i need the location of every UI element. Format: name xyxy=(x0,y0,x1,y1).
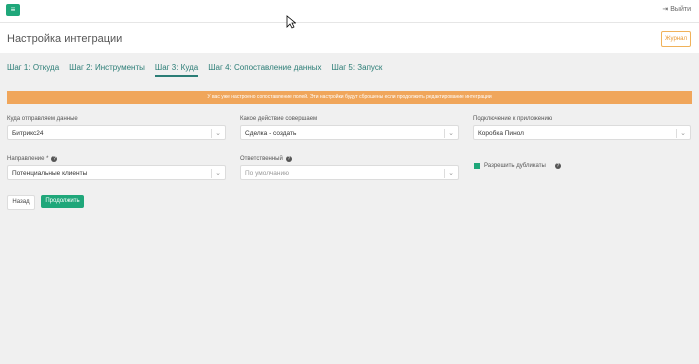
journal-button[interactable]: Журнал xyxy=(661,31,691,47)
destination-select[interactable]: Битрикс24 ⌄ xyxy=(7,125,226,140)
allow-duplicates-option[interactable]: Разрешить дубликаты ? xyxy=(474,163,561,169)
tab-step-5[interactable]: Шаг 5: Запуск xyxy=(331,63,382,77)
select-separator xyxy=(211,169,212,178)
connection-field: Подключение к приложению Коробка Пинол ⌄ xyxy=(473,114,691,140)
tab-step-2[interactable]: Шаг 2: Инструменты xyxy=(69,63,145,77)
direction-label: Направление * xyxy=(7,155,49,162)
tab-step-4[interactable]: Шаг 4: Сопоставление данных xyxy=(208,63,321,77)
tab-step-3[interactable]: Шаг 3: Куда xyxy=(154,63,199,77)
direction-field: Направление * ? Потенциальные клиенты ⌄ xyxy=(7,154,226,180)
action-select[interactable]: Сделка - создать ⌄ xyxy=(240,125,459,140)
direction-select[interactable]: Потенциальные клиенты ⌄ xyxy=(7,165,226,180)
chevron-down-icon: ⌄ xyxy=(448,170,454,177)
logout-icon: ⇥ xyxy=(662,6,669,13)
action-value: Сделка - создать xyxy=(245,130,297,137)
direction-label-row: Направление * ? xyxy=(7,154,226,163)
destination-field: Куда отправляем данные Битрикс24 ⌄ xyxy=(7,114,226,140)
page-header: Настройка интеграции Журнал xyxy=(0,23,699,53)
destination-value: Битрикс24 xyxy=(12,130,44,137)
back-button[interactable]: Назад xyxy=(7,195,35,210)
chevron-down-icon: ⌄ xyxy=(448,130,454,137)
warning-banner: У вас уже настроено сопоставление полей.… xyxy=(7,91,692,104)
tab-step-1[interactable]: Шаг 1: Откуда xyxy=(7,63,59,77)
responsible-field: Ответственный ? По умолчанию ⌄ xyxy=(240,154,459,180)
connection-select[interactable]: Коробка Пинол ⌄ xyxy=(473,125,691,140)
responsible-placeholder: По умолчанию xyxy=(245,170,289,177)
logout-button[interactable]: ⇥ Выйти xyxy=(662,5,691,14)
chevron-down-icon: ⌄ xyxy=(215,130,221,137)
responsible-label-row: Ответственный ? xyxy=(240,154,459,163)
connection-value: Коробка Пинол xyxy=(478,130,524,137)
connection-label: Подключение к приложению xyxy=(473,115,553,122)
responsible-select[interactable]: По умолчанию ⌄ xyxy=(240,165,459,180)
allow-duplicates-label: Разрешить дубликаты xyxy=(484,163,546,169)
menu-icon[interactable]: ≡ xyxy=(6,4,20,16)
continue-button[interactable]: Продолжить xyxy=(41,195,84,208)
select-separator xyxy=(211,129,212,138)
chevron-down-icon: ⌄ xyxy=(680,130,686,137)
allow-duplicates-checkbox[interactable] xyxy=(474,163,480,169)
destination-label: Куда отправляем данные xyxy=(7,115,78,122)
direction-value: Потенциальные клиенты xyxy=(12,170,88,177)
page-title: Настройка интеграции xyxy=(7,33,123,45)
action-field: Какое действие совершаем Сделка - создат… xyxy=(240,114,459,140)
mouse-cursor-icon xyxy=(286,15,296,29)
select-separator xyxy=(676,129,677,138)
select-separator xyxy=(444,169,445,178)
logout-label: Выйти xyxy=(670,5,691,13)
help-icon[interactable]: ? xyxy=(554,163,561,169)
action-label: Какое действие совершаем xyxy=(240,115,318,122)
select-separator xyxy=(444,129,445,138)
chevron-down-icon: ⌄ xyxy=(215,170,221,177)
steps-tabs: Шаг 1: Откуда Шаг 2: Инструменты Шаг 3: … xyxy=(7,63,382,77)
help-icon[interactable]: ? xyxy=(285,155,292,162)
help-icon[interactable]: ? xyxy=(51,155,58,162)
responsible-label: Ответственный xyxy=(240,155,283,162)
top-bar: ≡ ⇥ Выйти xyxy=(0,0,699,23)
